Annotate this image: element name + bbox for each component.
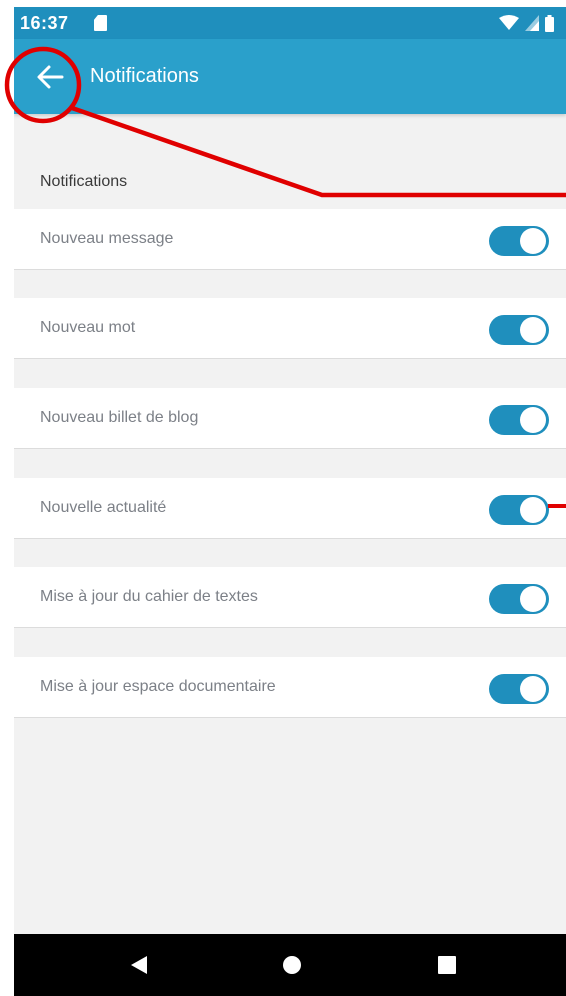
toggle-switch[interactable] (489, 584, 549, 614)
toggle-knob (520, 497, 546, 523)
home-circle-icon (283, 956, 301, 974)
nav-home-button[interactable] (257, 934, 327, 996)
toggle-switch[interactable] (489, 495, 549, 525)
toggle-switch[interactable] (489, 226, 549, 256)
toggle-switch[interactable] (489, 315, 549, 345)
setting-label: Nouveau message (40, 230, 174, 247)
arrow-back-icon (37, 65, 64, 89)
setting-label: Nouveau billet de blog (40, 409, 199, 426)
status-time: 16:37 (20, 13, 69, 33)
toggle-switch[interactable] (489, 405, 549, 435)
sd-card-icon (94, 15, 107, 31)
nav-back-button[interactable] (104, 934, 174, 996)
setting-label: Mise à jour du cahier de textes (40, 588, 258, 605)
status-icons (499, 14, 554, 32)
toggle-knob (520, 407, 546, 433)
setting-row-nouvelle-actualite[interactable]: Nouvelle actualité (14, 478, 566, 539)
setting-label: Mise à jour espace documentaire (40, 678, 276, 695)
back-button[interactable] (34, 61, 66, 93)
toggle-knob (520, 317, 546, 343)
setting-row-nouveau-billet[interactable]: Nouveau billet de blog (14, 388, 566, 449)
back-triangle-icon (131, 956, 147, 974)
recents-square-icon (438, 956, 456, 974)
phone-screen: 16:37 Notifications Notifications Nouvea (14, 7, 566, 996)
nav-recents-button[interactable] (412, 934, 482, 996)
setting-row-nouveau-message[interactable]: Nouveau message (14, 209, 566, 270)
status-bar: 16:37 (14, 7, 566, 39)
toggle-knob (520, 586, 546, 612)
toggle-knob (520, 228, 546, 254)
toggle-switch[interactable] (489, 674, 549, 704)
navigation-bar (14, 934, 566, 996)
app-bar: Notifications (14, 39, 566, 114)
page-title: Notifications (90, 65, 199, 87)
wifi-icon (499, 15, 519, 30)
setting-label: Nouvelle actualité (40, 499, 167, 516)
setting-row-cahier-de-textes[interactable]: Mise à jour du cahier de textes (14, 567, 566, 628)
battery-icon (545, 14, 554, 32)
setting-row-espace-documentaire[interactable]: Mise à jour espace documentaire (14, 657, 566, 718)
section-title: Notifications (40, 173, 128, 190)
signal-icon (525, 15, 539, 31)
setting-row-nouveau-mot[interactable]: Nouveau mot (14, 298, 566, 359)
toggle-knob (520, 676, 546, 702)
setting-label: Nouveau mot (40, 319, 136, 336)
